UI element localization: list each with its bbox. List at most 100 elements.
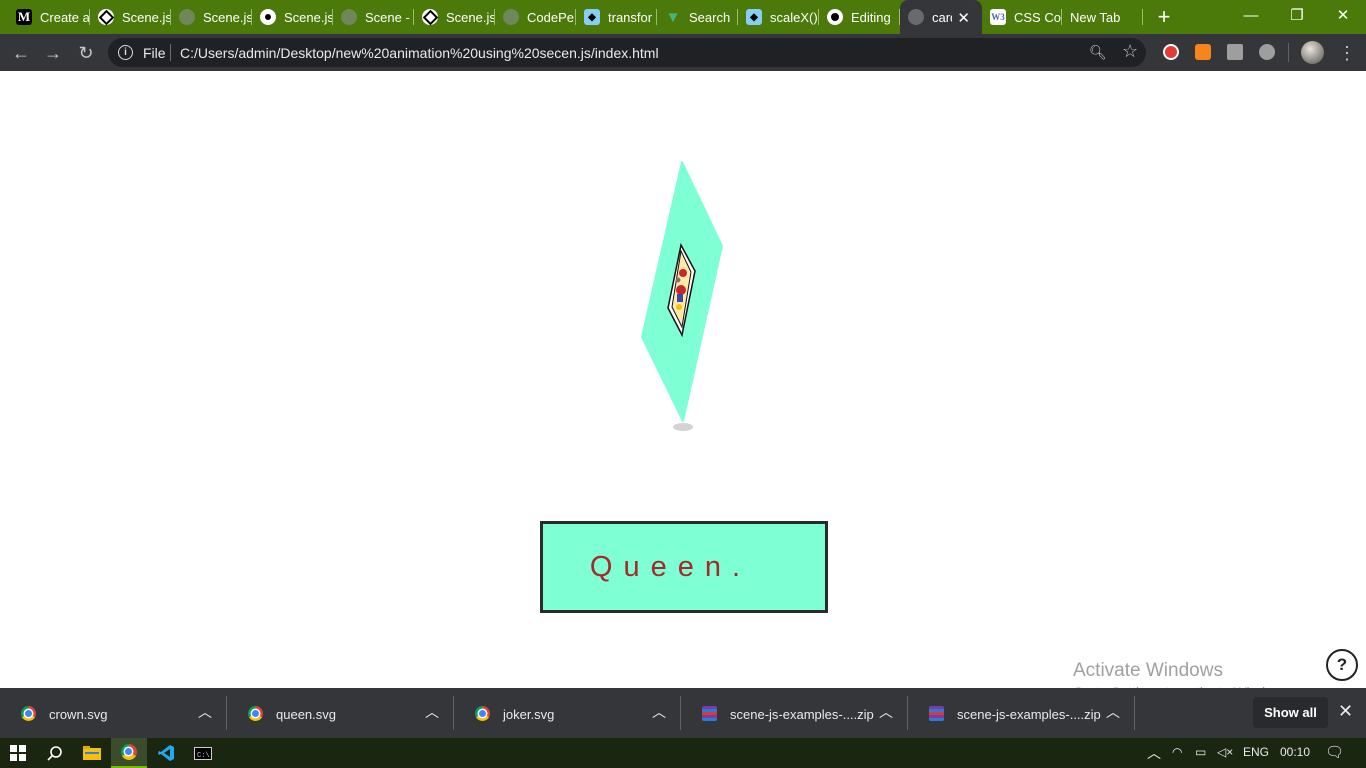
address-bar[interactable]: i File C:/Users/admin/Desktop/new%20anim… — [108, 38, 1146, 67]
browser-tab-strip: M Create a Scene.js Scene.js Scene.js Sc… — [0, 0, 1366, 34]
help-button[interactable]: ? — [1326, 649, 1358, 681]
download-shelf: crown.svg ︿ queen.svg ︿ joker.svg ︿ scen… — [0, 688, 1366, 738]
adblock-icon[interactable] — [1163, 44, 1179, 60]
forward-icon[interactable]: → — [40, 40, 66, 66]
download-filename: scene-js-examples-....zip — [957, 707, 1101, 722]
tab-title: Create a — [40, 9, 90, 25]
vue-icon: ▼ — [665, 8, 681, 26]
close-shelf-icon[interactable]: ✕ — [1338, 701, 1353, 722]
tab-title: Scene.js — [284, 9, 333, 25]
tab-title: transfor — [608, 9, 653, 25]
download-filename: joker.svg — [503, 707, 555, 722]
file-explorer-icon[interactable] — [74, 738, 110, 768]
page-content: Queen. Activate Windows Go to Settings t… — [0, 71, 1366, 700]
browser-tab[interactable]: ▼ Search — [657, 0, 738, 34]
search-icon[interactable] — [37, 738, 73, 768]
bookmark-star-icon[interactable]: ☆ — [1122, 41, 1138, 62]
activate-windows-title: Activate Windows — [1073, 660, 1223, 681]
chrome-taskbar-icon[interactable] — [111, 738, 147, 768]
chevron-up-icon[interactable]: ︿ — [198, 702, 212, 722]
browser-tab[interactable]: M Create a — [8, 0, 90, 34]
windows-taskbar: C:\ ︿ ◠ ▭ ◁× ENG 00:10 🗨︎ — [0, 738, 1366, 768]
extension-icon[interactable] — [1227, 44, 1243, 60]
reload-icon[interactable]: ↻ — [73, 40, 99, 66]
download-item[interactable]: crown.svg ︿ — [0, 688, 227, 738]
globe-icon — [179, 9, 195, 25]
battery-icon[interactable]: ▭ — [1195, 745, 1206, 759]
browser-tab[interactable]: Scene.js — [414, 0, 495, 34]
clock[interactable]: 00:10 — [1280, 745, 1310, 759]
mdn-icon: ◆ — [584, 9, 600, 25]
notifications-icon[interactable]: 🗨︎ — [1325, 743, 1344, 761]
back-icon[interactable]: ← — [8, 40, 34, 66]
browser-tab[interactable]: Scene - — [333, 0, 414, 34]
address-scheme: File — [143, 45, 166, 61]
browser-tab-active[interactable]: card ✕ — [900, 0, 982, 34]
browser-tab[interactable]: CodePe — [495, 0, 576, 34]
download-item[interactable]: scene-js-examples-....zip ︿ — [908, 688, 1135, 738]
chrome-icon — [248, 706, 263, 721]
close-tab-icon[interactable]: ✕ — [957, 9, 970, 27]
download-filename: scene-js-examples-....zip — [730, 707, 874, 722]
new-tab-button[interactable]: + — [1152, 5, 1176, 29]
tab-title: Scene.js — [203, 9, 252, 25]
vscode-icon[interactable] — [148, 738, 184, 768]
language-indicator[interactable]: ENG — [1243, 745, 1269, 759]
chrome-icon — [21, 706, 36, 721]
tab-title: Search — [689, 9, 731, 25]
incognito-extension-icon[interactable] — [1259, 44, 1275, 60]
restore-icon[interactable]: ❐ — [1274, 3, 1320, 29]
info-icon[interactable]: i — [118, 45, 133, 60]
zoom-icon[interactable]: 🔍︎ — [1089, 44, 1107, 61]
codepen-icon — [98, 9, 114, 25]
chevron-up-icon[interactable]: ︿ — [1147, 743, 1161, 763]
flipping-card[interactable] — [630, 159, 736, 435]
chrome-icon — [475, 706, 490, 721]
browser-tab[interactable]: ◆ transfor — [576, 0, 657, 34]
browser-tab[interactable]: Editing — [819, 0, 900, 34]
divider — [170, 44, 171, 61]
minimize-icon[interactable]: — — [1228, 3, 1274, 29]
volume-muted-icon[interactable]: ◁× — [1217, 745, 1233, 759]
browser-toolbar: ← → ↻ i File C:/Users/admin/Desktop/new%… — [0, 34, 1366, 71]
tab-title: New Tab — [1070, 9, 1121, 25]
tab-title: Editing — [851, 9, 891, 25]
chevron-up-icon[interactable]: ︿ — [879, 702, 893, 722]
browser-tab[interactable]: ◆ scaleX() — [738, 0, 819, 34]
address-url[interactable]: C:/Users/admin/Desktop/new%20animation%2… — [180, 45, 659, 61]
winrar-icon — [702, 706, 717, 721]
show-all-downloads-button[interactable]: Show all — [1253, 697, 1328, 728]
tab-title: CodePe — [527, 9, 574, 25]
download-item[interactable]: queen.svg ︿ — [227, 688, 454, 738]
medium-icon: M — [16, 9, 32, 25]
chevron-up-icon[interactable]: ︿ — [1106, 702, 1120, 722]
browser-tab[interactable]: Scene.js — [171, 0, 252, 34]
terminal-icon[interactable]: C:\ — [185, 738, 221, 768]
download-item[interactable]: scene-js-examples-....zip ︿ — [681, 688, 908, 738]
close-window-icon[interactable]: ✕ — [1320, 3, 1366, 29]
card-shadow — [673, 423, 693, 431]
github-icon — [827, 9, 843, 25]
tab-title: CSS Col — [1014, 9, 1062, 25]
chevron-up-icon[interactable]: ︿ — [652, 702, 666, 722]
tab-title: Scene.js — [446, 9, 495, 25]
browser-tab[interactable]: W3 CSS Col — [982, 0, 1062, 34]
globe-icon — [341, 9, 357, 25]
menu-dots-icon[interactable]: ⋮ — [1338, 40, 1356, 66]
mdn-icon: ◆ — [746, 9, 762, 25]
browser-tab[interactable]: Scene.js — [252, 0, 333, 34]
browser-tab[interactable]: Scene.js — [90, 0, 171, 34]
card-name-box: Queen. — [540, 521, 828, 613]
wifi-icon[interactable]: ◠ — [1172, 745, 1182, 759]
metamask-icon[interactable] — [1195, 44, 1211, 60]
browser-tab[interactable]: New Tab — [1062, 0, 1143, 34]
download-item[interactable]: joker.svg ︿ — [454, 688, 681, 738]
globe-icon — [503, 9, 519, 25]
winrar-icon — [929, 706, 944, 721]
profile-avatar[interactable] — [1301, 41, 1324, 64]
chevron-up-icon[interactable]: ︿ — [425, 702, 439, 722]
scenejs-icon — [260, 9, 276, 25]
tab-title: scaleX() — [770, 9, 818, 25]
windows-start-icon[interactable] — [0, 738, 36, 768]
tab-title: Scene.js — [122, 9, 171, 25]
